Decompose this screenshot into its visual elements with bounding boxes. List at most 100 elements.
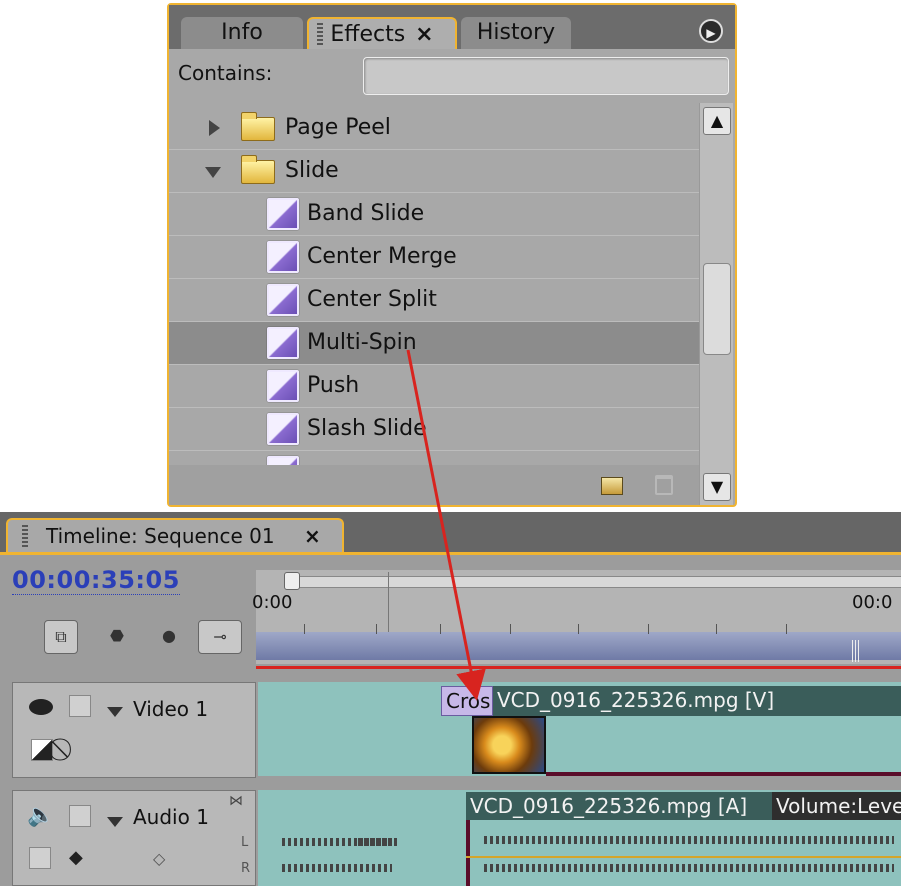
speaker-icon[interactable]: 🔈 [27,803,54,828]
tree-item-label: Band Slide [307,201,425,226]
ruler-end-time: 00:0 [852,592,893,613]
ruler-tick [440,624,441,634]
lock-track-toggle[interactable] [69,695,91,717]
set-encore-marker-icon[interactable]: ● [152,620,186,654]
drag-grip-icon[interactable] [317,23,323,47]
timeline-panel: Timeline: Sequence 01 × 00:00:35:05 ⧉ ⬣ … [0,512,901,886]
set-marker-icon[interactable]: ⬣ [100,620,134,654]
audio-waveform [484,836,894,844]
tree-folder-slide[interactable]: Slide [169,150,699,193]
tab-info-label: Info [221,20,263,45]
tree-item-label: Slide [285,158,339,183]
tree-item-label: Multi-Spin [307,330,417,355]
tree-effect-center-merge[interactable]: Center Merge [169,236,699,279]
tree-effect-slash-slide[interactable]: Slash Slide [169,408,699,451]
ruler-start-time: 0:00 [252,592,293,613]
viewing-area-handle[interactable] [284,572,300,590]
timeline-tab-close-button[interactable]: × [304,520,321,552]
effects-scrollbar[interactable]: ▲ ▼ [699,103,733,505]
timeline-tabbar: Timeline: Sequence 01 × [0,512,901,554]
work-area-bar[interactable] [256,632,901,660]
audio-clip[interactable] [466,820,901,886]
snap-icon[interactable]: ⧉ [44,620,78,654]
render-status-bar [256,666,901,669]
audio-waveform [484,864,894,872]
play-arrow-icon: ▶ [706,26,716,40]
ruler-tick [304,624,305,634]
effects-panel-tabbar: Info Effects × History ▶ [169,5,735,49]
tab-effects-close-button[interactable]: × [415,22,433,47]
panel-highlight-line [0,552,901,555]
viewing-area-bar[interactable] [286,576,901,588]
effects-bottom-bar [169,465,699,505]
tree-item-label: Page Peel [285,115,391,140]
delete-icon[interactable] [655,475,673,495]
new-custom-bin-icon[interactable] [601,477,623,495]
display-style-icon[interactable] [31,739,53,761]
track-name-video: Video 1 [133,697,209,721]
timeline-tab-title: Timeline: Sequence 01 [46,524,275,548]
ruler-tick [578,624,579,634]
ruler-tick [716,624,717,634]
contains-label: Contains: [178,61,273,85]
scrollbar-thumb[interactable] [703,263,731,355]
video-clip-thumbnail [472,716,546,774]
effects-panel: Info Effects × History ▶ Contains: Page P… [167,3,737,507]
ruler-tick [376,624,377,634]
current-timecode[interactable]: 00:00:35:05 [12,566,180,595]
tree-folder-page-peel[interactable]: Page Peel [169,107,699,150]
tree-effect-band-slide[interactable]: Band Slide [169,193,699,236]
waveform-display-icon[interactable] [29,847,51,869]
tab-effects[interactable]: Effects × [307,17,457,49]
transition-effect-icon [267,456,299,465]
tab-history[interactable]: History [461,17,571,49]
tree-effect-multi-spin[interactable]: Multi-Spin [169,322,699,365]
folder-icon [241,112,275,141]
tree-item-label: Center Split [307,287,437,312]
ruler-tick [786,624,787,634]
audio-clip-label[interactable]: VCD_0916_225326.mpg [A] [466,792,772,820]
keyframe-icon[interactable]: ◆ [69,847,83,868]
tree-effect-push[interactable]: Push [169,365,699,408]
stereo-icon: ⋈ [229,793,243,809]
collapse-arrow-icon[interactable] [205,167,221,178]
ruler-tick [648,624,649,634]
audio-waveform [282,864,392,872]
scroll-up-arrow-icon[interactable]: ▲ [703,107,731,135]
eye-icon[interactable] [29,699,53,715]
transition-effect-icon [267,284,299,316]
tree-effect-partial[interactable] [169,451,699,465]
tab-info[interactable]: Info [181,17,303,49]
folder-icon [241,155,275,184]
transition-effect-icon [267,327,299,359]
zoom-slider-icon[interactable]: ⊸ [198,620,242,654]
expand-arrow-icon[interactable] [209,120,220,136]
playhead-marker[interactable] [852,640,860,662]
volume-rubber-band[interactable] [466,856,901,858]
tree-item-label: Center Merge [307,244,457,269]
panel-menu-button[interactable]: ▶ [699,19,723,43]
track-name-audio: Audio 1 [133,805,209,829]
add-keyframe-icon[interactable]: ◇ [153,849,165,868]
transition-clip[interactable]: Cros [441,686,493,716]
ruler-tick [510,624,511,634]
effects-tree: Page Peel Slide Band Slide Center Merge … [169,103,699,465]
time-ruler[interactable]: 0:00 00:0 [252,570,901,664]
collapse-track-icon[interactable] [107,817,123,827]
tab-timeline-sequence[interactable]: Timeline: Sequence 01 × [6,518,344,554]
tree-item-label: Push [307,373,360,398]
collapse-track-icon[interactable] [107,707,123,717]
track-header-audio-1: 🔈 Audio 1 ⋈ ◆ ◇ L R [12,790,256,886]
video-clip[interactable] [546,716,901,776]
transition-effect-icon [267,413,299,445]
channel-l-label: L [241,835,249,850]
lock-track-toggle[interactable] [69,805,91,827]
video-clip-label[interactable]: VCD_0916_225326.mpg [V] [493,686,901,716]
track-header-video-1: Video 1 ⃠ [12,682,256,778]
ruler-tick [388,572,389,634]
effects-search-input[interactable] [363,57,729,95]
channel-r-label: R [241,861,251,876]
tree-effect-center-split[interactable]: Center Split [169,279,699,322]
scroll-down-arrow-icon[interactable]: ▼ [703,473,731,501]
drag-grip-icon[interactable] [22,525,28,549]
